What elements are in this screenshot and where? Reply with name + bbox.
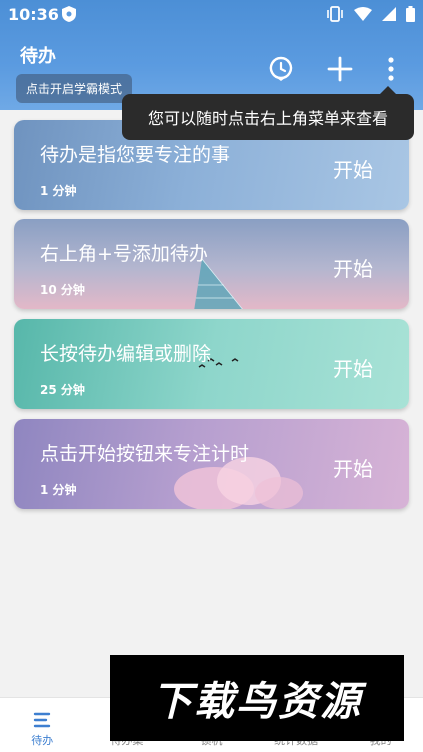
start-button[interactable]: 开始 [333, 154, 373, 183]
start-button[interactable]: 开始 [333, 353, 373, 382]
todo-title: 点击开始按钮来专注计时 [40, 443, 250, 465]
tab-todo[interactable]: 待办 [0, 698, 85, 752]
signal-icon [382, 7, 396, 21]
wifi-icon [354, 7, 372, 21]
watermark-logo: 下载鸟资源 [110, 655, 404, 741]
page-title: 待办 [20, 46, 56, 67]
start-button[interactable]: 开始 [333, 453, 373, 482]
todo-title: 长按待办编辑或删除 [40, 343, 212, 365]
tooltip: 您可以随时点击右上角菜单来查看 [122, 86, 414, 140]
status-time: 10:36 [8, 5, 59, 24]
todo-duration: 1 分钟 [40, 483, 77, 497]
todo-card[interactable]: 长按待办编辑或删除 25 分钟 开始 [14, 319, 409, 409]
tab-label: 待办 [31, 734, 54, 747]
building-image [194, 259, 243, 309]
battery-icon [406, 6, 415, 22]
clock-icon[interactable] [268, 56, 294, 82]
list-icon [34, 712, 51, 728]
todo-title: 待办是指您要专注的事 [40, 144, 231, 166]
plus-icon[interactable] [327, 56, 353, 82]
status-icons [326, 6, 415, 22]
todo-card[interactable]: 右上角+号添加待办 10 分钟 开始 [14, 219, 409, 309]
todo-title: 右上角+号添加待办 [40, 243, 208, 265]
vibrate-icon [327, 6, 343, 22]
more-vert-icon[interactable] [378, 56, 404, 82]
study-mode-button[interactable]: 点击开启学霸模式 [16, 74, 133, 103]
status-bar: 10:36 [0, 0, 423, 30]
shield-icon [62, 6, 76, 22]
todo-card[interactable]: 点击开始按钮来专注计时 1 分钟 开始 [14, 419, 409, 509]
todo-duration: 10 分钟 [40, 283, 85, 297]
start-button[interactable]: 开始 [333, 253, 373, 282]
todo-duration: 25 分钟 [40, 383, 85, 397]
todo-duration: 1 分钟 [40, 184, 77, 198]
